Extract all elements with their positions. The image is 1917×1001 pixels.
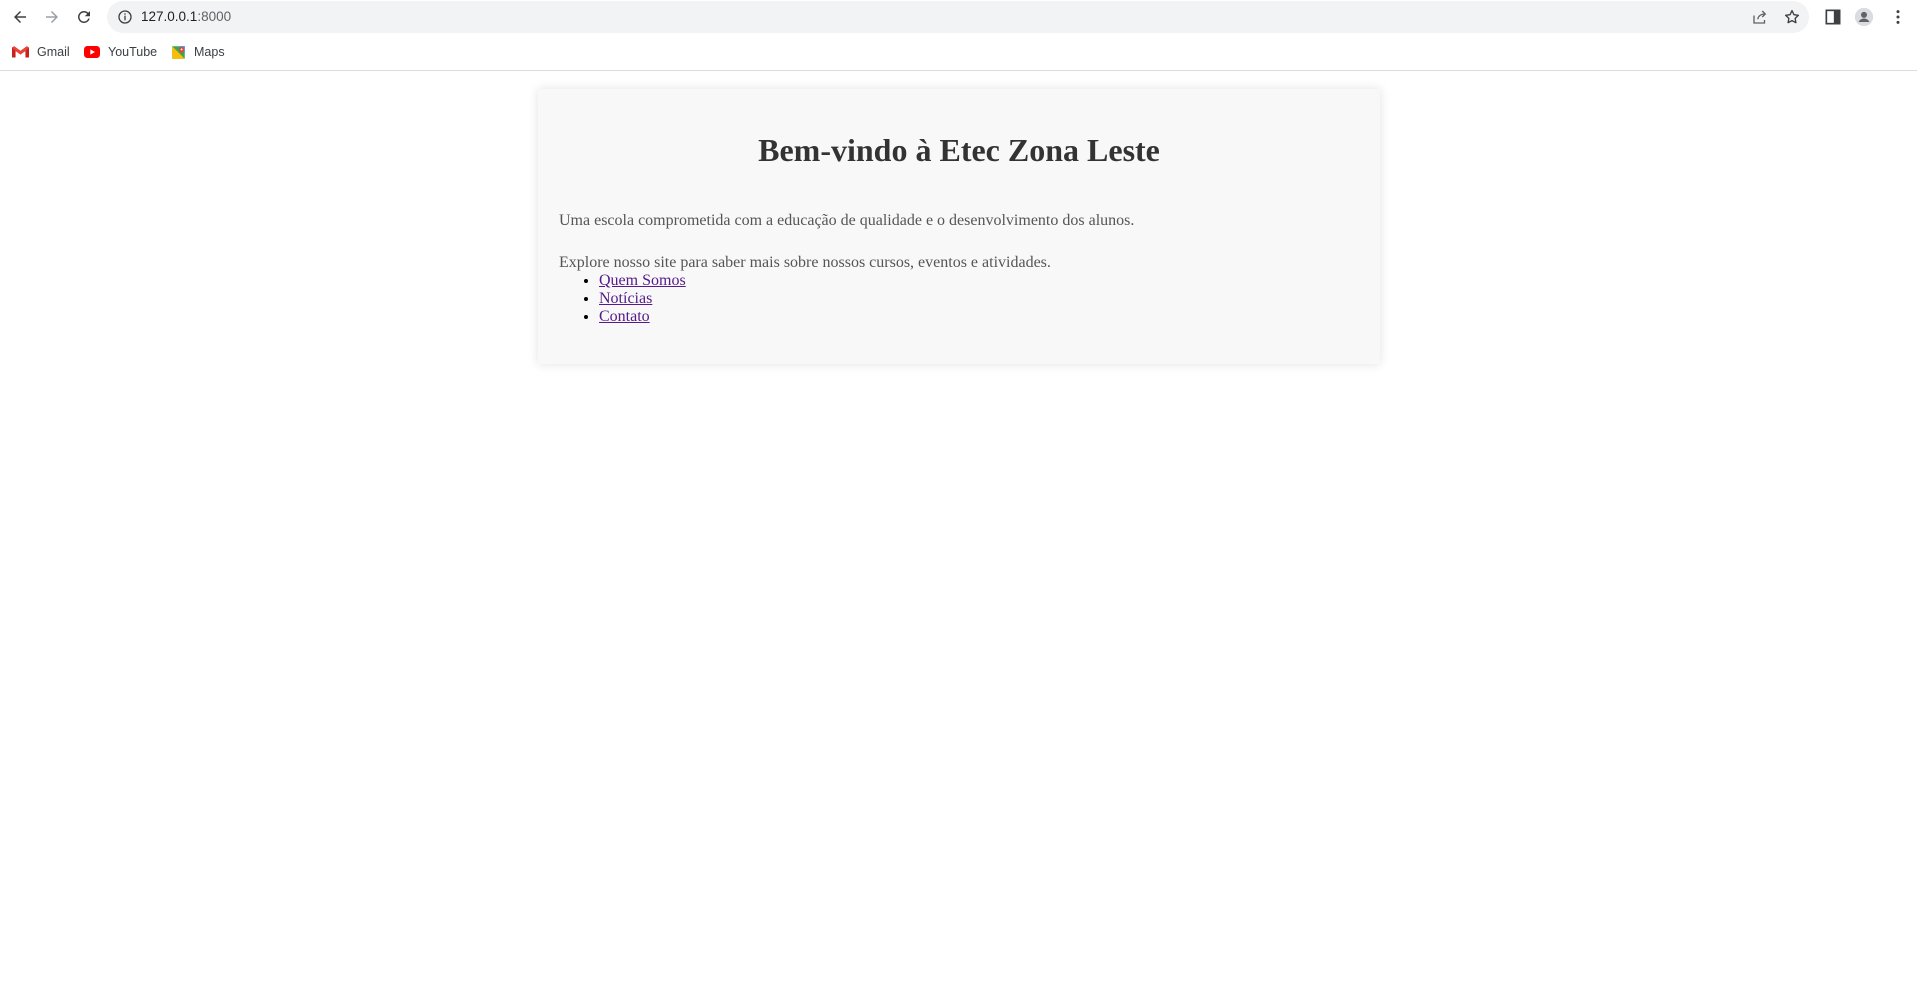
bookmarks-bar: Gmail YouTube Maps [0, 34, 1917, 71]
bookmark-star-icon[interactable] [1783, 8, 1801, 26]
list-item: Notícias [599, 290, 686, 308]
side-panel-icon[interactable] [1823, 7, 1843, 27]
page-viewport: Bem-vindo à Etec Zona Leste Uma escola c… [0, 71, 1917, 1001]
site-info-icon[interactable] [117, 9, 133, 25]
link-contato[interactable]: Contato [599, 308, 650, 325]
forward-button[interactable] [40, 5, 64, 29]
bookmark-youtube[interactable]: YouTube [84, 42, 157, 62]
url-text[interactable]: 127.0.0.1:8000 [141, 1, 231, 33]
share-icon[interactable] [1751, 8, 1769, 26]
youtube-icon [84, 46, 100, 58]
forward-arrow-icon [46, 11, 58, 23]
profile-avatar-icon[interactable] [1854, 7, 1874, 27]
reload-button[interactable] [72, 5, 96, 29]
address-bar[interactable]: 127.0.0.1:8000 [107, 1, 1809, 33]
url-port: :8000 [197, 9, 232, 24]
bookmark-label: YouTube [108, 45, 158, 59]
bookmark-label: Gmail [37, 45, 70, 59]
back-arrow-icon [14, 11, 26, 23]
intro-paragraph: Uma escola comprometida com a educação d… [559, 212, 1135, 229]
maps-icon [172, 45, 185, 59]
page-title: Bem-vindo à Etec Zona Leste [758, 132, 1160, 168]
welcome-card: Bem-vindo à Etec Zona Leste Uma escola c… [538, 89, 1380, 364]
list-item: Contato [599, 308, 686, 326]
back-button[interactable] [8, 5, 32, 29]
bookmark-gmail[interactable]: Gmail [12, 42, 70, 62]
list-item: Quem Somos [599, 272, 686, 290]
nav-links-list: Quem Somos Notícias Contato [599, 272, 686, 326]
reload-icon [77, 10, 90, 23]
bookmark-maps[interactable]: Maps [171, 42, 225, 62]
explore-paragraph: Explore nosso site para saber mais sobre… [559, 254, 1051, 271]
more-menu-icon[interactable] [1888, 7, 1908, 27]
link-noticias[interactable]: Notícias [599, 290, 652, 307]
bookmark-label: Maps [194, 45, 225, 59]
gmail-icon [12, 45, 29, 57]
link-quem-somos[interactable]: Quem Somos [599, 272, 686, 289]
browser-toolbar: 127.0.0.1:8000 [0, 0, 1917, 34]
url-host: 127.0.0.1 [141, 9, 198, 24]
